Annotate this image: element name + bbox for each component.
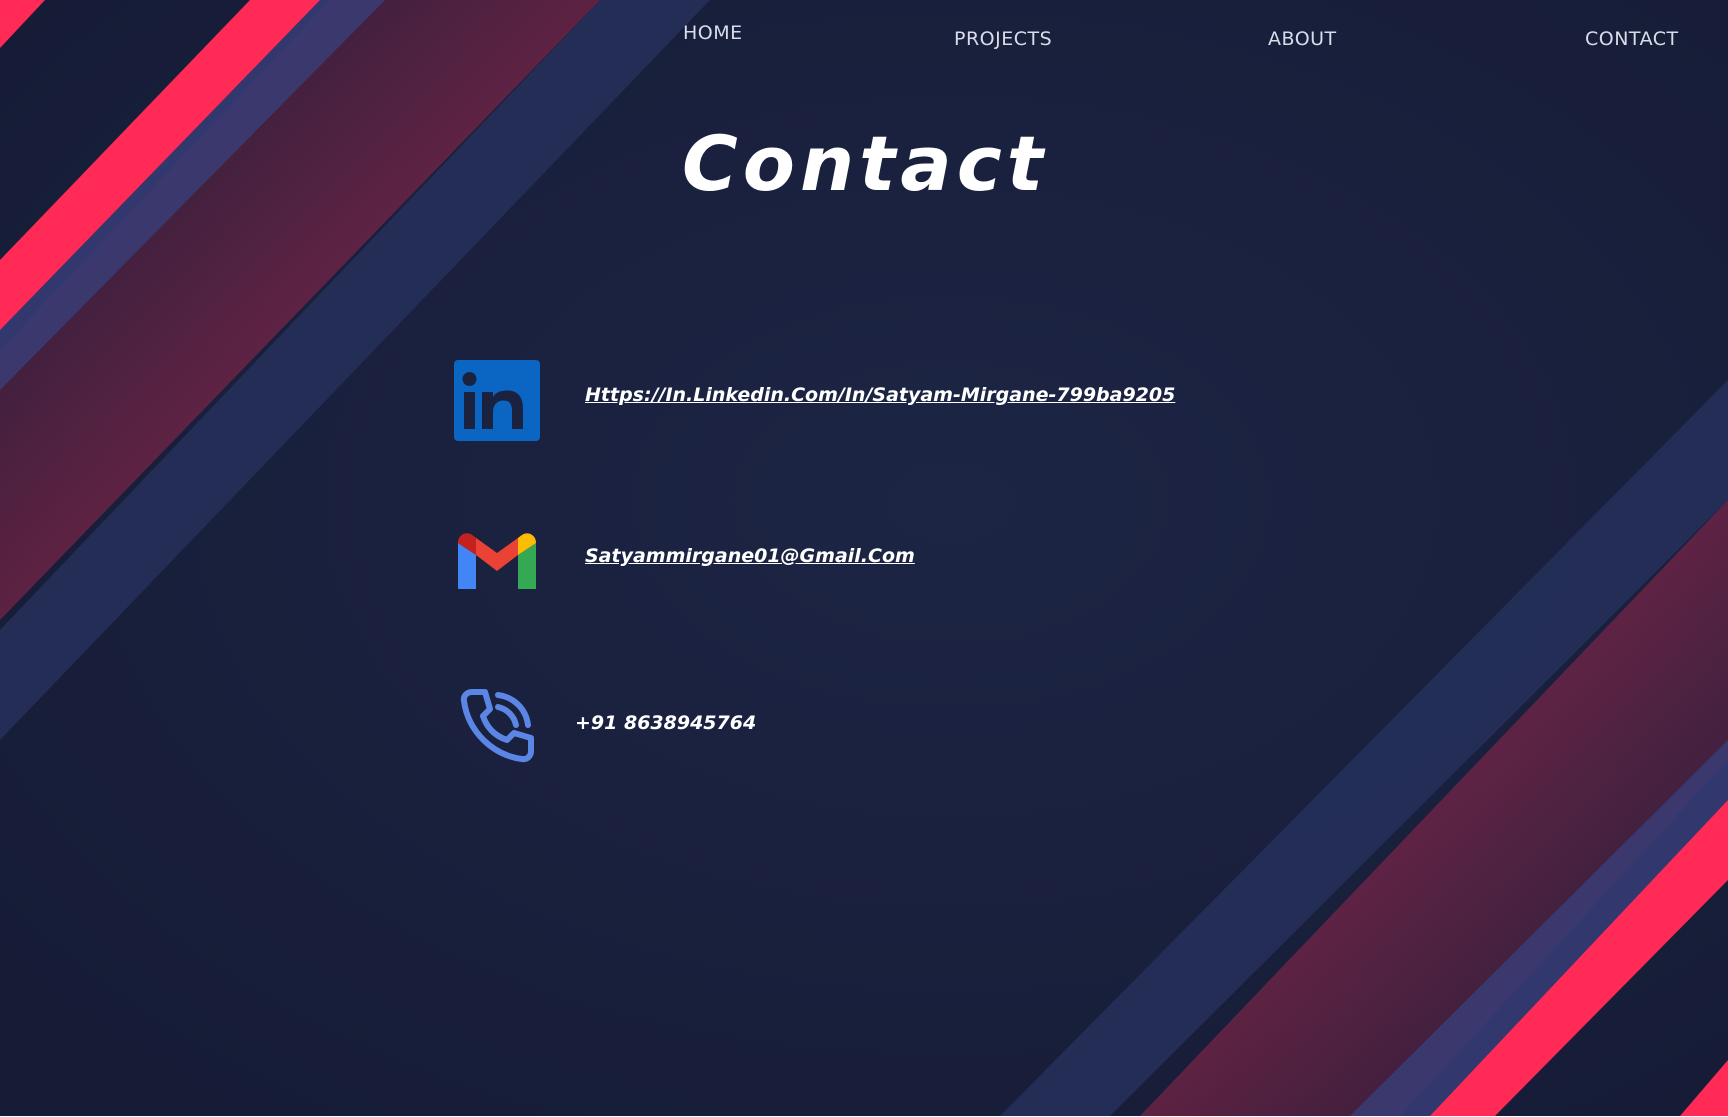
gmail-icon[interactable] bbox=[452, 515, 542, 597]
page-title: Contact bbox=[682, 119, 1049, 208]
top-navigation: HOME PROJECTS ABOUT CONTACT bbox=[0, 22, 1728, 64]
nav-projects-link[interactable]: PROJECTS bbox=[954, 28, 1052, 50]
contact-row-email: Satyammirgane01@Gmail.Com bbox=[452, 515, 1352, 605]
contact-section: HOME PROJECTS ABOUT CONTACT Contact Http… bbox=[0, 0, 1728, 1116]
contact-row-linkedin: Https://In.Linkedin.Com/In/Satyam-Mirgan… bbox=[452, 360, 1352, 450]
linkedin-link[interactable]: Https://In.Linkedin.Com/In/Satyam-Mirgan… bbox=[585, 384, 1175, 406]
nav-about-link[interactable]: ABOUT bbox=[1268, 28, 1337, 50]
phone-icon bbox=[460, 689, 534, 763]
nav-home-link[interactable]: HOME bbox=[683, 22, 743, 44]
nav-contact-link[interactable]: CONTACT bbox=[1585, 28, 1679, 50]
contact-row-phone: +91 8638945764 bbox=[452, 685, 1352, 775]
email-link[interactable]: Satyammirgane01@Gmail.Com bbox=[585, 545, 915, 567]
page: HOME PROJECTS ABOUT CONTACT Contact Http… bbox=[0, 0, 1728, 1117]
linkedin-icon[interactable] bbox=[452, 360, 542, 442]
phone-number: +91 8638945764 bbox=[575, 712, 757, 734]
